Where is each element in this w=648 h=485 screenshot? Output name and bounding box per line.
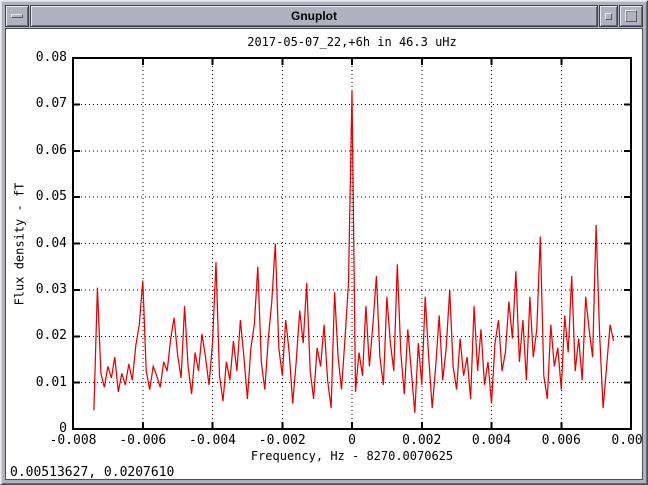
x-tick-label: 0.002 xyxy=(402,433,441,448)
minimize-icon xyxy=(605,13,612,20)
x-tick-label: -0.004 xyxy=(189,433,236,448)
y-tick-label: 0.01 xyxy=(6,375,67,390)
y-tick-label: 0.02 xyxy=(6,328,67,343)
x-tick-label: 0.004 xyxy=(472,433,511,448)
x-tick-label: 0.008 xyxy=(611,433,643,448)
window-frame: Gnuplot 2017-05-07_22,+6h in 46.3 uHz Fl… xyxy=(0,0,648,485)
plot-canvas[interactable] xyxy=(6,29,643,478)
y-tick-label: 0 xyxy=(6,421,67,436)
plot-client-area: 2017-05-07_22,+6h in 46.3 uHz Flux densi… xyxy=(5,28,643,480)
gnuplot-window: Gnuplot 2017-05-07_22,+6h in 46.3 uHz Fl… xyxy=(0,0,648,485)
y-tick-label: 0.05 xyxy=(6,189,67,204)
x-tick-label: -0.006 xyxy=(119,433,166,448)
maximize-icon xyxy=(625,10,637,22)
x-axis-label: Frequency, Hz - 8270.0070625 xyxy=(73,449,631,463)
window-menu-button[interactable] xyxy=(5,5,29,27)
minimize-button[interactable] xyxy=(599,5,618,27)
y-tick-label: 0.06 xyxy=(6,143,67,158)
titlebar[interactable]: Gnuplot xyxy=(5,5,643,27)
y-tick-label: 0.08 xyxy=(6,50,67,65)
window-title: Gnuplot xyxy=(30,5,598,27)
x-tick-label: 0 xyxy=(348,433,356,448)
x-tick-label: -0.002 xyxy=(259,433,306,448)
y-tick-label: 0.03 xyxy=(6,282,67,297)
maximize-button[interactable] xyxy=(619,5,643,27)
y-tick-label: 0.04 xyxy=(6,236,67,251)
mouse-coordinates-readout: 0.00513627, 0.0207610 xyxy=(10,465,174,480)
window-menu-icon xyxy=(11,14,23,18)
y-tick-label: 0.07 xyxy=(6,96,67,111)
data-series-line xyxy=(94,91,614,413)
chart-title: 2017-05-07_22,+6h in 46.3 uHz xyxy=(73,35,631,49)
x-tick-label: 0.006 xyxy=(542,433,581,448)
